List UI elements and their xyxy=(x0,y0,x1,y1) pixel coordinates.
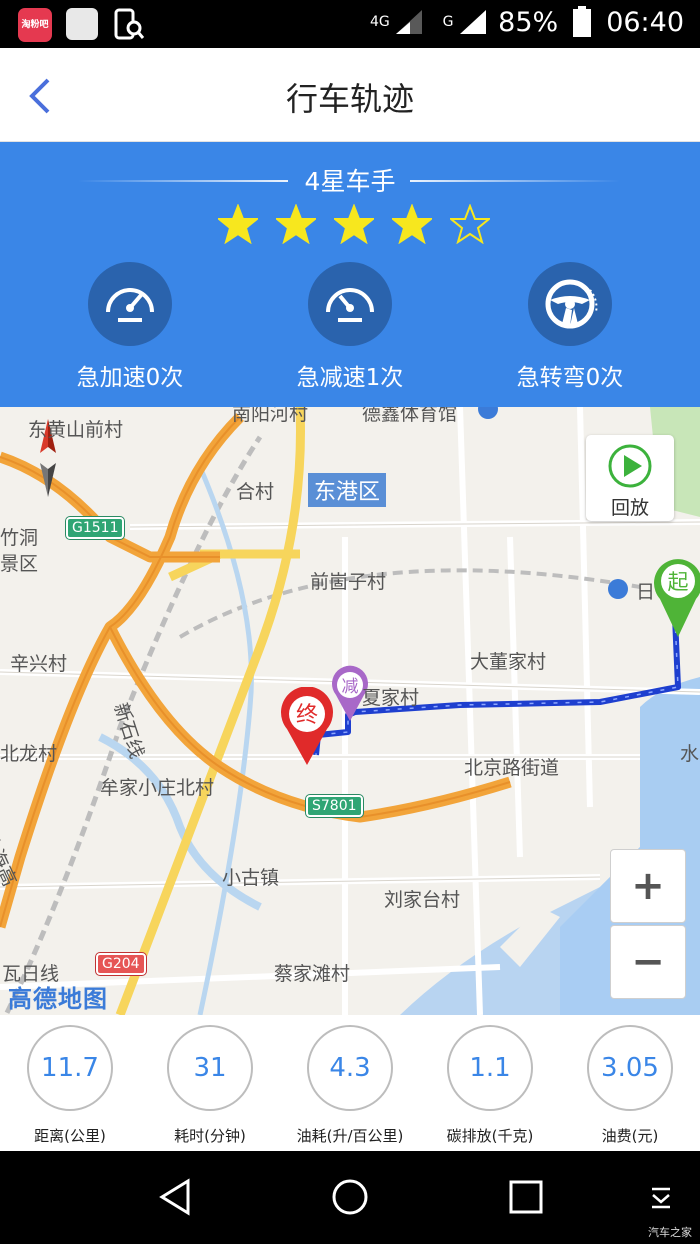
page-title: 行车轨迹 xyxy=(285,80,414,118)
star-filled-icon xyxy=(276,204,316,244)
stat-value: 1.1 xyxy=(447,1025,533,1111)
stat-label: 距离(公里) xyxy=(34,1127,106,1145)
map-label: 南阳河村 xyxy=(232,407,309,425)
svg-text:终: 终 xyxy=(296,703,318,728)
sharp-turn-metric: 急转弯0次 xyxy=(470,262,670,392)
back-triangle-icon[interactable] xyxy=(156,1177,196,1217)
speedometer-icon xyxy=(88,262,172,346)
map-label: 刘家台村 xyxy=(384,889,461,911)
battery-icon xyxy=(573,6,592,37)
map-label: 德鑫体育馆 xyxy=(362,407,458,425)
hard-braking-label: 急减速1次 xyxy=(296,365,404,391)
map-label: 日 xyxy=(636,581,656,603)
map-label: 景区 xyxy=(0,553,39,575)
stat-value: 3.05 xyxy=(587,1025,673,1111)
speedometer-icon xyxy=(308,262,392,346)
star-filled-icon xyxy=(392,204,432,244)
replay-button[interactable]: 回放 xyxy=(586,435,674,521)
home-circle-icon[interactable] xyxy=(330,1177,370,1217)
status-bar: 淘粉吧 4G G 85% 06:40 xyxy=(0,0,700,48)
watermark: 汽车之家 xyxy=(648,1226,692,1239)
map-label: 牟家小庄北村 xyxy=(100,777,215,799)
map-label: 东黄山前村 xyxy=(28,419,124,441)
star-empty-icon xyxy=(450,204,490,244)
star-filled-icon xyxy=(334,204,374,244)
driving-summary-panel: 4星车手 急加速0次 急减速1次 急转弯0次 xyxy=(0,142,700,407)
stat-label: 耗时(分钟) xyxy=(174,1127,246,1145)
end-marker[interactable]: 终 xyxy=(278,687,336,767)
stat-item: 3.05 油费(元) xyxy=(560,1025,700,1146)
hard-acceleration-metric: 急加速0次 xyxy=(30,262,230,392)
route-map[interactable]: 起 减 终 东港区 东黄山前村 合村 前崮子村 辛兴村 大董家村 夏家村 北京路… xyxy=(0,407,700,1015)
stat-label: 碳排放(千克) xyxy=(446,1127,534,1145)
road-shield-g1511: G1511 xyxy=(66,517,125,539)
stat-item: 4.3 油耗(升/百公里) xyxy=(280,1025,420,1146)
map-label: 北京路街道 xyxy=(464,757,560,779)
taofenba-app-icon: 淘粉吧 xyxy=(18,8,52,42)
road-shield-s7801: S7801 xyxy=(306,795,363,817)
network-indicator: 4G G xyxy=(370,8,488,36)
stat-item: 11.7 距离(公里) xyxy=(0,1025,140,1146)
star-rating xyxy=(218,204,490,244)
menu-down-icon[interactable] xyxy=(648,1185,674,1211)
app-notification-icon xyxy=(66,8,98,40)
play-icon xyxy=(608,444,652,488)
map-label: 竹洞 xyxy=(0,527,39,549)
stat-value: 31 xyxy=(167,1025,253,1111)
map-attribution: 高德地图 xyxy=(8,985,108,1013)
steering-wheel-icon xyxy=(528,262,612,346)
road-shield-g204: G204 xyxy=(96,953,146,975)
phone-search-icon xyxy=(112,8,146,46)
stat-value: 4.3 xyxy=(307,1025,393,1111)
sharp-turn-label: 急转弯0次 xyxy=(516,365,624,391)
stat-label: 油费(元) xyxy=(601,1127,659,1145)
map-label: 前崮子村 xyxy=(310,571,387,593)
svg-text:起: 起 xyxy=(668,570,689,594)
map-label: 小古镇 xyxy=(222,867,280,889)
app-header: 行车轨迹 xyxy=(0,48,700,142)
stat-item: 1.1 碳排放(千克) xyxy=(420,1025,560,1146)
stat-item: 31 耗时(分钟) xyxy=(140,1025,280,1146)
driver-rank: 4星车手 xyxy=(304,167,396,196)
battery-percent: 85% xyxy=(498,6,559,38)
map-label: 大董家村 xyxy=(470,651,547,673)
clock: 06:40 xyxy=(606,6,684,38)
hard-braking-metric: 急减速1次 xyxy=(250,262,450,392)
zoom-in-button[interactable]: + xyxy=(610,849,686,923)
zoom-out-button[interactable]: − xyxy=(610,925,686,999)
replay-label: 回放 xyxy=(610,497,649,519)
map-label: 合村 xyxy=(236,481,275,503)
map-label: 水 xyxy=(680,743,700,765)
map-label: 蔡家滩村 xyxy=(274,963,351,985)
system-nav-bar: 汽车之家 xyxy=(0,1151,700,1244)
svg-text:减: 减 xyxy=(342,677,359,697)
map-label: 辛兴村 xyxy=(10,653,68,675)
star-filled-icon xyxy=(218,204,258,244)
stat-label: 油耗(升/百公里) xyxy=(296,1127,404,1145)
start-marker[interactable]: 起 xyxy=(652,555,700,639)
recents-square-icon[interactable] xyxy=(506,1177,546,1217)
trip-stats: 11.7 距离(公里) 31 耗时(分钟) 4.3 油耗(升/百公里) 1.1 碳排放(千克)… xyxy=(0,1015,700,1151)
map-label: 北龙村 xyxy=(0,743,58,765)
hard-acceleration-label: 急加速0次 xyxy=(76,365,184,391)
map-label: 夏家村 xyxy=(362,687,420,709)
district-label: 东港区 xyxy=(308,473,387,507)
stat-value: 11.7 xyxy=(27,1025,113,1111)
